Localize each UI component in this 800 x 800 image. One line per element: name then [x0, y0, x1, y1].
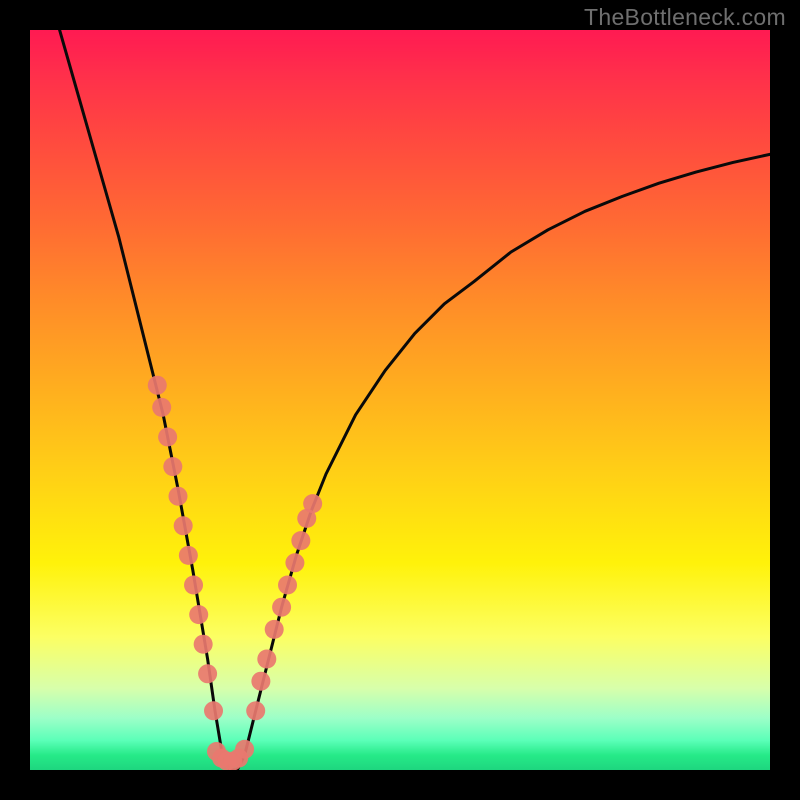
data-marker	[272, 598, 291, 617]
data-marker	[148, 376, 167, 395]
chart-frame: TheBottleneck.com	[0, 0, 800, 800]
data-marker	[189, 605, 208, 624]
data-marker	[179, 546, 198, 565]
watermark-text: TheBottleneck.com	[584, 4, 786, 31]
data-marker	[152, 398, 171, 417]
data-marker	[169, 487, 188, 506]
data-marker	[235, 740, 254, 759]
plot-area	[30, 30, 770, 770]
data-marker	[163, 457, 182, 476]
data-marker	[285, 553, 304, 572]
data-marker	[251, 672, 270, 691]
data-markers	[148, 376, 322, 770]
data-marker	[265, 620, 284, 639]
data-marker	[291, 531, 310, 550]
data-marker	[246, 701, 265, 720]
data-marker	[194, 635, 213, 654]
chart-svg	[30, 30, 770, 770]
data-marker	[174, 516, 193, 535]
data-marker	[204, 701, 223, 720]
data-marker	[278, 576, 297, 595]
data-marker	[158, 428, 177, 447]
data-marker	[198, 664, 217, 683]
data-marker	[303, 494, 322, 513]
data-marker	[257, 650, 276, 669]
data-marker	[184, 576, 203, 595]
